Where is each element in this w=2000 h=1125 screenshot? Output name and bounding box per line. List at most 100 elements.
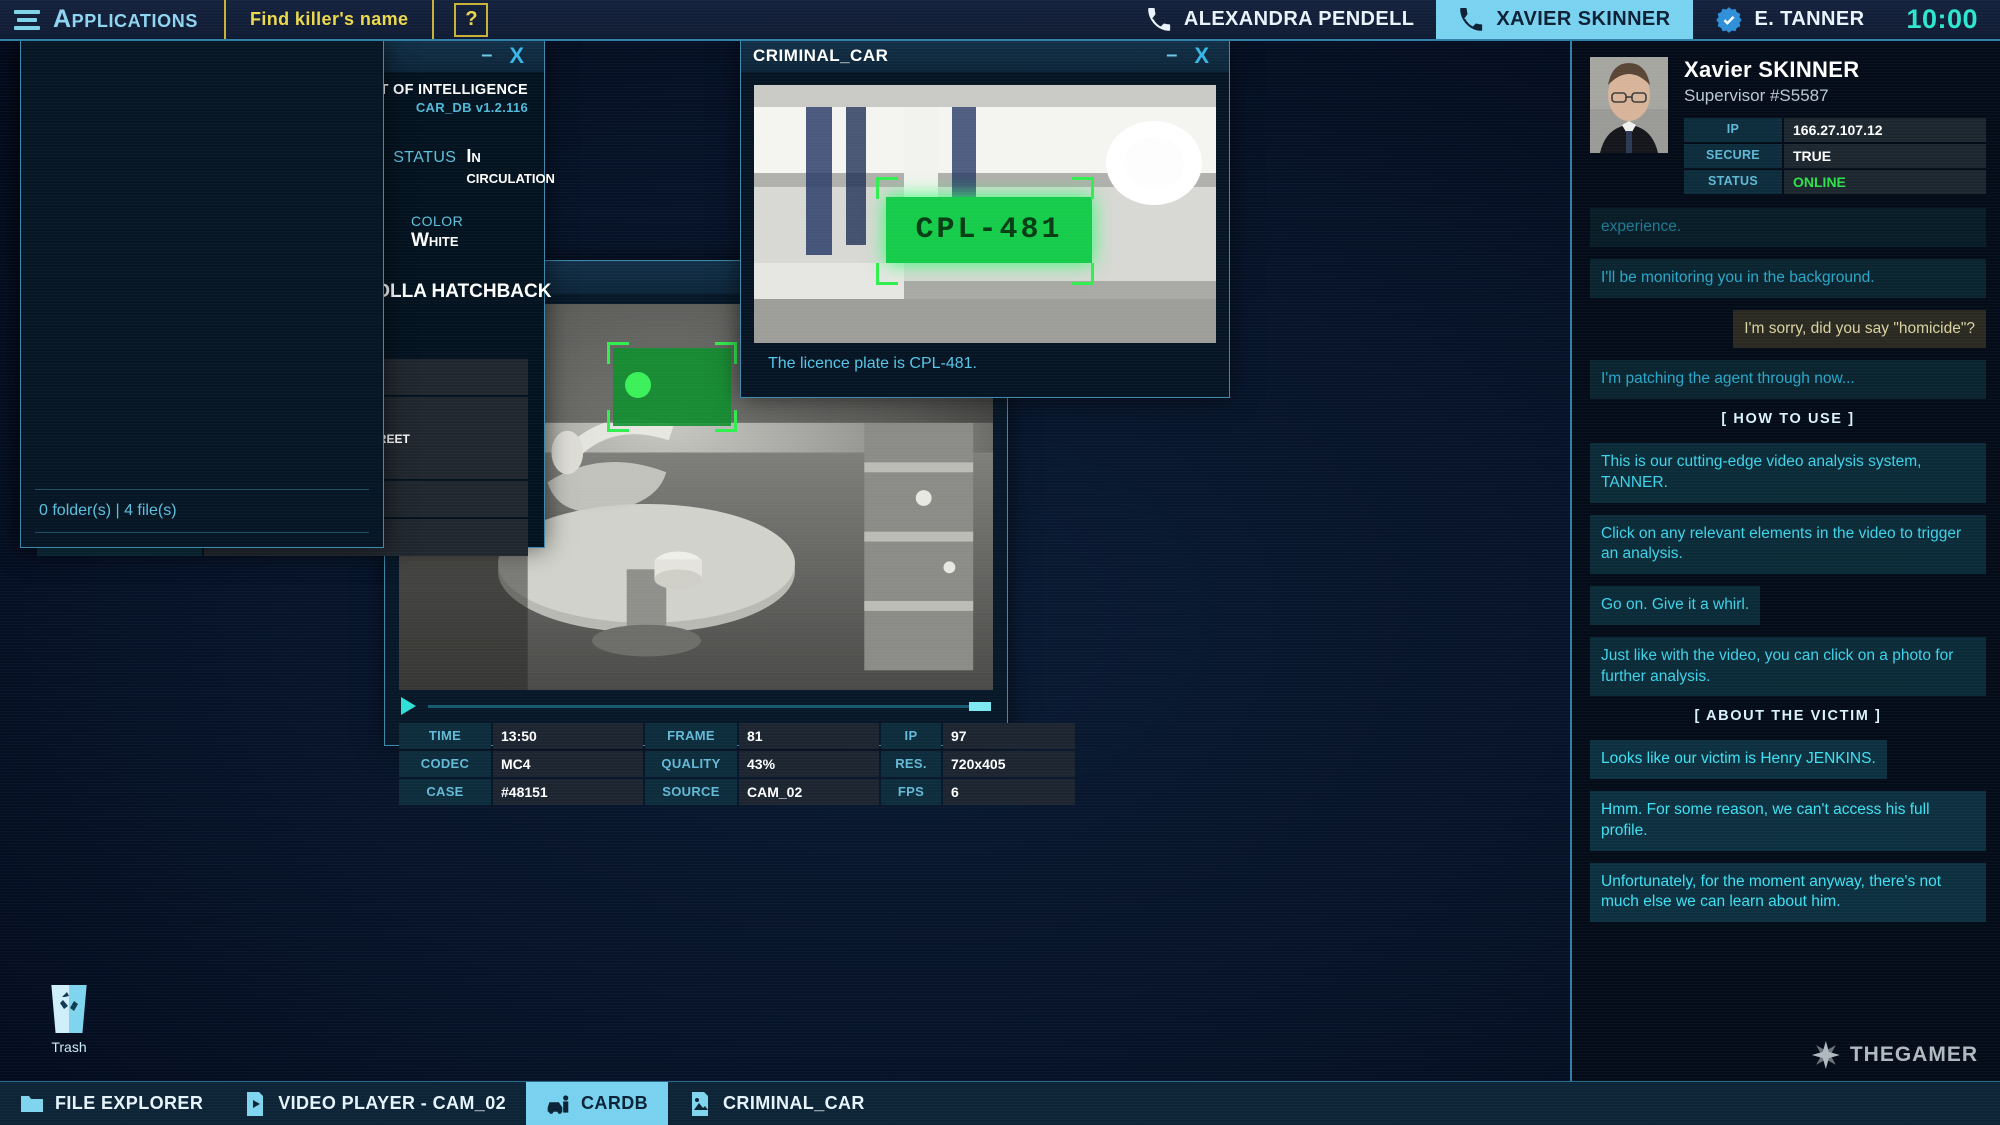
- criminal-car-titlebar: CRIMINAL_CAR – X: [741, 39, 1229, 72]
- folder-icon: [20, 1091, 44, 1117]
- status-value: In circulation: [466, 146, 555, 187]
- taskbar: FILE EXPLORER VIDEO PLAYER - CAM_02 CARD…: [0, 1081, 2000, 1125]
- trash-label: Trash: [51, 1039, 87, 1055]
- meta-label: IP: [881, 723, 941, 749]
- recycle-bin-icon: [51, 985, 87, 1033]
- phone-icon: [1458, 7, 1484, 33]
- chat-message: Looks like our victim is Henry JENKINS.: [1590, 740, 1887, 780]
- color-value: White: [411, 230, 459, 251]
- profile-field-value: TRUE: [1784, 144, 1986, 168]
- meta-value: #48151: [493, 779, 643, 805]
- table-row: STATUS ONLINE: [1684, 170, 1986, 194]
- taskbar-item-label: CARDB: [581, 1093, 649, 1113]
- hamburger-icon: [14, 9, 40, 30]
- chat-separator-about-the-victim: [ ABOUT THE VICTIM ]: [1694, 708, 1882, 725]
- clock: 10:00: [1906, 4, 1978, 34]
- watermark: THEGAMER: [1812, 1041, 1978, 1069]
- meta-value: 13:50: [493, 723, 643, 749]
- status-badge: ONLINE: [1784, 170, 1986, 194]
- image-file-icon: [688, 1091, 712, 1117]
- profile-details: Xavier SKINNER Supervisor #S5587 IP 166.…: [1684, 57, 1986, 194]
- meta-label: SOURCE: [645, 779, 737, 805]
- criminal-car-body: CPL-481 The licence plate is CPL-481.: [741, 72, 1229, 373]
- meta-label: FPS: [881, 779, 941, 805]
- meta-label: CODEC: [399, 751, 491, 777]
- file-explorer-window: 0 folder(s) | 4 file(s): [20, 38, 384, 548]
- avatar: [1590, 57, 1668, 153]
- contact-xavier-skinner[interactable]: XAVIER SKINNER: [1436, 0, 1693, 39]
- objective-label: Find killer's name: [226, 0, 435, 39]
- close-icon[interactable]: X: [502, 43, 532, 69]
- taskbar-item-file-explorer[interactable]: FILE EXPLORER: [0, 1082, 223, 1125]
- chat-message: Just like with the video, you can click …: [1590, 636, 1986, 697]
- meta-label: TIME: [399, 723, 491, 749]
- meta-value: 720x405: [943, 751, 1075, 777]
- chat-message: Unfortunately, for the moment anyway, th…: [1590, 862, 1986, 923]
- meta-value: 43%: [739, 751, 879, 777]
- profile-table: IP 166.27.107.12 SECURE TRUE STATUS ONLI…: [1684, 118, 1986, 194]
- video-scrubber-thumb[interactable]: [969, 701, 991, 711]
- profile-card: Xavier SKINNER Supervisor #S5587 IP 166.…: [1572, 41, 2000, 204]
- video-controls[interactable]: [385, 690, 1007, 719]
- avatar-image: [1590, 57, 1668, 153]
- taskbar-item-cardb[interactable]: CARDB: [526, 1082, 669, 1125]
- file-explorer-status: 0 folder(s) | 4 file(s): [35, 489, 369, 533]
- contact-alexandra-pendell[interactable]: ALEXANDRA PENDELL: [1124, 0, 1437, 39]
- criminal-car-caption: The licence plate is CPL-481.: [768, 355, 977, 372]
- car-icon: [546, 1091, 570, 1117]
- verified-badge-icon: [1715, 6, 1743, 34]
- applications-menu-button[interactable]: Applications: [0, 0, 226, 39]
- profile-field-value: 166.27.107.12: [1784, 118, 1986, 142]
- chat-message: Hmm. For some reason, we can't access hi…: [1590, 791, 1986, 851]
- table-row: IP 166.27.107.12: [1684, 118, 1986, 142]
- contact-name: XAVIER SKINNER: [1496, 8, 1671, 30]
- meta-value: 6: [943, 779, 1075, 805]
- chat-message: Click on any relevant elements in the vi…: [1590, 514, 1986, 575]
- play-file-icon: [243, 1091, 267, 1117]
- criminal-car-window[interactable]: CRIMINAL_CAR – X CPL-481 The licence pla…: [740, 38, 1230, 398]
- minimize-button[interactable]: –: [472, 44, 502, 67]
- taskbar-item-label: VIDEO PLAYER - CAM_02: [278, 1093, 507, 1113]
- color-label: COLOR: [411, 213, 464, 229]
- taskbar-item-label: FILE EXPLORER: [55, 1093, 204, 1113]
- plate-text: CPL-481: [915, 213, 1063, 247]
- play-icon[interactable]: [401, 697, 416, 715]
- taskbar-item-criminal-car[interactable]: CRIMINAL_CAR: [668, 1082, 885, 1125]
- profile-name: Xavier SKINNER: [1684, 57, 1860, 82]
- chat-separator-how-to-use: [ HOW TO USE ]: [1721, 411, 1855, 428]
- minimize-button[interactable]: –: [1157, 44, 1187, 67]
- star-icon: [1812, 1041, 1840, 1069]
- sidebar: Xavier SKINNER Supervisor #S5587 IP 166.…: [1570, 41, 2000, 1085]
- chat-message: I'm patching the agent through now...: [1590, 360, 1986, 400]
- chat-message: Go on. Give it a whirl.: [1590, 586, 1761, 625]
- top-bar: Applications Find killer's name ? ALEXAN…: [0, 0, 2000, 41]
- chat-message: This is our cutting-edge video analysis …: [1590, 443, 1986, 503]
- profile-role: Supervisor #S5587: [1684, 86, 1829, 105]
- meta-label: RES.: [881, 751, 941, 777]
- video-scrubber[interactable]: [428, 701, 991, 711]
- table-row: SECURE TRUE: [1684, 144, 1986, 168]
- video-analysis-selection[interactable]: [607, 342, 737, 432]
- profile-field-label: IP: [1684, 118, 1782, 142]
- close-icon[interactable]: X: [1187, 43, 1217, 69]
- chat-log: experience. I'll be monitoring you in th…: [1572, 204, 2000, 923]
- watermark-text: THEGAMER: [1849, 1043, 1978, 1066]
- meta-label: QUALITY: [645, 751, 737, 777]
- help-button[interactable]: ?: [454, 2, 489, 37]
- status-label: STATUS: [393, 149, 457, 166]
- chat-message-outgoing: I'm sorry, did you say "homicide"?: [1733, 309, 1986, 349]
- contact-name: E. TANNER: [1754, 8, 1865, 30]
- meta-value: CAM_02: [739, 779, 879, 805]
- applications-label: Applications: [53, 5, 198, 33]
- plate-selection-box[interactable]: CPL-481: [876, 177, 1094, 285]
- contact-name: ALEXANDRA PENDELL: [1183, 8, 1415, 30]
- recycle-arrows-icon: [60, 992, 78, 1011]
- meta-value: MC4: [493, 751, 643, 777]
- taskbar-item-video-player[interactable]: VIDEO PLAYER - CAM_02: [223, 1082, 526, 1125]
- chat-message: I'll be monitoring you in the background…: [1590, 258, 1986, 298]
- phone-icon: [1146, 7, 1172, 33]
- contact-e-tanner[interactable]: E. TANNER: [1693, 0, 1887, 39]
- trash-desktop-icon[interactable]: Trash: [30, 985, 108, 1055]
- profile-field-label: STATUS: [1684, 170, 1782, 194]
- licence-plate-photo[interactable]: CPL-481: [754, 85, 1216, 343]
